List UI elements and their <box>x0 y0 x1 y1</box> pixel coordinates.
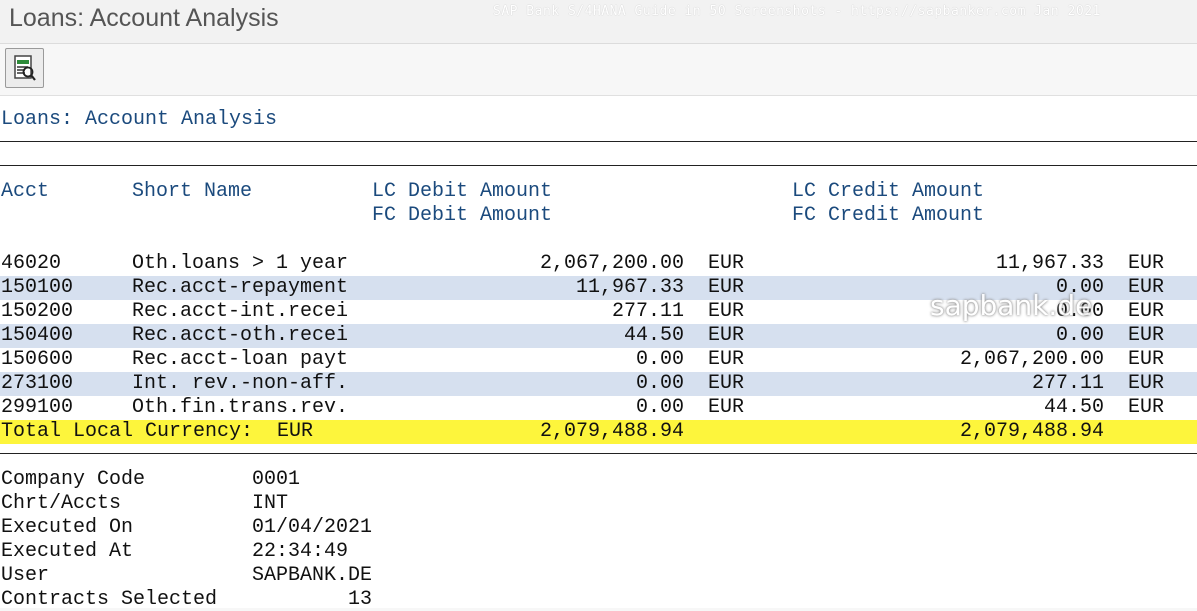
acct-cell[interactable]: 299100 <box>1 397 73 419</box>
short-name-cell: Oth.loans > 1 year <box>132 252 349 275</box>
debit-amount-cell: 0.00 <box>635 348 684 371</box>
info-value-company-code: 0001 <box>252 468 301 491</box>
col-header-fc-debit: FC Debit Amount <box>372 204 553 227</box>
info-value-chart-of-accounts: INT <box>252 492 289 515</box>
debit-amount-cell: 0.00 <box>635 396 684 419</box>
report-selection-icon <box>14 55 36 81</box>
info-label-executed-at: Executed At <box>1 540 134 563</box>
short-name-cell: Rec.acct-loan payt <box>132 348 349 371</box>
debit-currency-cell: EUR <box>708 348 745 371</box>
credit-currency-cell: EUR <box>1128 300 1165 323</box>
table-row[interactable]: 273100 Int. rev.-non-aff. 0.00 EUR 277.1… <box>0 372 1197 396</box>
info-label-company-code: Company Code <box>1 468 146 491</box>
report-area: Loans: Account Analysis Acct Short Name … <box>0 96 1197 611</box>
credit-currency-cell: EUR <box>1128 276 1165 299</box>
debit-amount-cell: 277.11 <box>611 300 684 323</box>
divider <box>0 165 1197 166</box>
table-row[interactable]: 150600 Rec.acct-loan payt 0.00 EUR 2,067… <box>0 348 1197 372</box>
col-header-lc-debit: LC Debit Amount <box>372 180 553 203</box>
title-bar: Loans: Account Analysis SAP Bank S/4HANA… <box>0 0 1197 44</box>
short-name-cell: Rec.acct-repayment <box>132 276 349 299</box>
acct-cell[interactable]: 150400 <box>1 325 73 347</box>
debit-currency-cell: EUR <box>708 252 745 275</box>
credit-currency-cell: EUR <box>1128 348 1165 371</box>
acct-cell[interactable]: 150600 <box>1 349 73 371</box>
acct-cell[interactable]: 273100 <box>1 373 73 395</box>
credit-amount-cell: 277.11 <box>1031 372 1104 395</box>
debit-amount-cell: 0.00 <box>635 372 684 395</box>
col-header-lc-credit: LC Credit Amount <box>792 180 985 203</box>
total-credit-amount: 2,079,488.94 <box>959 420 1104 443</box>
debit-currency-cell: EUR <box>708 300 745 323</box>
report-selection-button[interactable] <box>5 48 44 88</box>
table-row[interactable]: 46020 Oth.loans > 1 year 2,067,200.00 EU… <box>0 252 1197 276</box>
credit-currency-cell: EUR <box>1128 396 1165 419</box>
total-debit-amount: 2,079,488.94 <box>539 420 684 443</box>
info-value-executed-on: 01/04/2021 <box>252 516 373 539</box>
report-title: Loans: Account Analysis <box>1 108 278 131</box>
credit-amount-cell: 2,067,200.00 <box>959 348 1104 371</box>
debit-currency-cell: EUR <box>708 372 745 395</box>
info-value-user: SAPBANK.DE <box>252 564 373 587</box>
credit-amount-cell: 0.00 <box>1055 324 1104 347</box>
short-name-cell: Rec.acct-int.recei <box>132 300 349 323</box>
acct-cell[interactable]: 150100 <box>1 277 73 299</box>
short-name-cell: Rec.acct-oth.recei <box>132 324 349 347</box>
credit-amount-cell: 11,967.33 <box>995 252 1104 275</box>
table-row[interactable]: 150400 Rec.acct-oth.recei 44.50 EUR 0.00… <box>0 324 1197 348</box>
debit-amount-cell: 11,967.33 <box>575 276 684 299</box>
debit-amount-cell: 44.50 <box>623 324 684 347</box>
credit-currency-cell: EUR <box>1128 324 1165 347</box>
col-header-short-name: Short Name <box>132 180 253 203</box>
short-name-cell: Int. rev.-non-aff. <box>132 372 349 395</box>
debit-currency-cell: EUR <box>708 324 745 347</box>
acct-cell[interactable]: 150200 <box>1 301 73 323</box>
debit-amount-cell: 2,067,200.00 <box>539 252 684 275</box>
divider <box>0 453 1197 454</box>
window-title: Loans: Account Analysis <box>9 4 279 32</box>
screenshot-watermark: SAP Bank S/4HANA Guide in 50 Screenshots… <box>493 4 1101 19</box>
col-header-fc-credit: FC Credit Amount <box>792 204 985 227</box>
info-value-executed-at: 22:34:49 <box>252 540 349 563</box>
info-label-executed-on: Executed On <box>1 516 134 539</box>
brand-watermark: sapbank.de <box>930 289 1093 322</box>
credit-amount-cell: 44.50 <box>1043 396 1104 419</box>
debit-currency-cell: EUR <box>708 276 745 299</box>
acct-cell[interactable]: 46020 <box>1 253 61 275</box>
credit-currency-cell: EUR <box>1128 372 1165 395</box>
divider <box>0 141 1197 142</box>
info-label-user: User <box>1 564 50 587</box>
toolbar <box>0 44 1197 96</box>
short-name-cell: Oth.fin.trans.rev. <box>132 396 349 419</box>
table-row[interactable]: 299100 Oth.fin.trans.rev. 0.00 EUR 44.50… <box>0 396 1197 420</box>
credit-currency-cell: EUR <box>1128 252 1165 275</box>
total-label: Total Local Currency: EUR <box>1 420 314 443</box>
total-row: Total Local Currency: EUR 2,079,488.94 2… <box>0 420 1197 444</box>
col-header-acct: Acct <box>1 180 50 203</box>
info-label-chart-of-accounts: Chrt/Accts <box>1 492 122 515</box>
debit-currency-cell: EUR <box>708 396 745 419</box>
